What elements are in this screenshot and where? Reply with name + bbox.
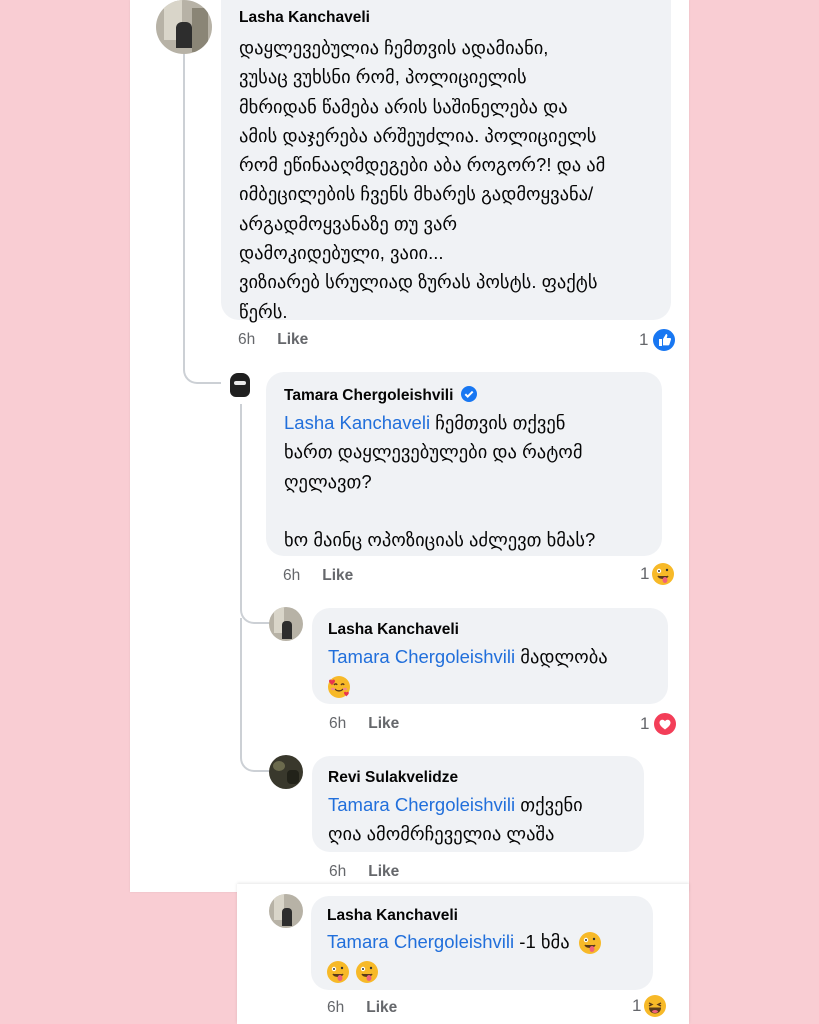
comment-text: Lasha Kanchaveli ჩემთვის თქვენ ხართ დაყლ… (284, 412, 596, 550)
love-heart-icon (652, 711, 679, 737)
like-button[interactable]: Like (366, 999, 397, 1016)
comment-meta: 6h Like (238, 331, 308, 349)
comment-thread-panel: Lasha Kanchaveli დაყლევებულია ჩემთვის ად… (130, 0, 689, 892)
mention-link[interactable]: Lasha Kanchaveli (284, 412, 430, 433)
reaction-summary[interactable]: 1 (639, 327, 678, 353)
zany-face-icon (327, 961, 349, 984)
comment-author[interactable]: Revi Sulakvelidze (328, 769, 458, 787)
like-button[interactable]: Like (277, 331, 308, 348)
mention-link[interactable]: Tamara Chergoleishvili (328, 794, 515, 815)
comment-timestamp[interactable]: 6h (283, 567, 300, 584)
comment-text: Tamara Chergoleishvili -1 ხმა (327, 927, 601, 986)
reaction-summary[interactable]: 1 (632, 995, 667, 1017)
comment-meta: 6h Like (283, 567, 353, 585)
avatar[interactable] (223, 368, 257, 402)
comment-thread-panel: Lasha Kanchaveli Tamara Chergoleishvili … (237, 884, 689, 1024)
reaction-summary[interactable]: 1 (640, 563, 675, 585)
smiling-face-with-hearts-icon (328, 676, 350, 699)
haha-face-icon (644, 995, 667, 1017)
reaction-count: 1 (639, 330, 649, 349)
reaction-count: 1 (640, 564, 650, 583)
reaction-count: 1 (632, 996, 642, 1015)
comment-author[interactable]: Lasha Kanchaveli (327, 907, 458, 925)
like-button[interactable]: Like (368, 863, 399, 880)
avatar[interactable] (269, 755, 303, 789)
comment-meta: 6h Like (329, 863, 399, 881)
zany-face-icon (652, 563, 675, 585)
like-button[interactable]: Like (322, 567, 353, 584)
verified-badge-icon (460, 386, 477, 402)
mention-link[interactable]: Tamara Chergoleishvili (327, 931, 514, 952)
avatar[interactable] (269, 894, 303, 928)
zany-face-icon (578, 932, 601, 955)
comment-timestamp[interactable]: 6h (329, 863, 346, 880)
comment-timestamp[interactable]: 6h (329, 715, 346, 732)
reaction-summary[interactable]: 1 (640, 711, 679, 737)
avatar[interactable] (269, 607, 303, 641)
comment-text: Tamara Chergoleishvili თქვენი ღია ამომრჩ… (328, 794, 583, 845)
reaction-count: 1 (640, 714, 650, 733)
comment-author[interactable]: Lasha Kanchaveli (328, 621, 459, 639)
comment-author[interactable]: Tamara Chergoleishvili (284, 386, 477, 405)
thread-line (240, 618, 272, 772)
comment-text: დაყლევებულია ჩემთვის ადამიანი, ვუსაც ვუხ… (239, 37, 606, 322)
avatar[interactable] (156, 0, 212, 54)
comment-meta: 6h Like (329, 715, 399, 733)
zany-face-icon (356, 961, 379, 984)
thread-line (183, 54, 221, 384)
comment-timestamp[interactable]: 6h (327, 999, 344, 1016)
like-button[interactable]: Like (368, 715, 399, 732)
like-icon (651, 327, 678, 353)
comment-text: Tamara Chergoleishvili მადლობა (328, 642, 608, 701)
comment-meta: 6h Like (327, 999, 397, 1017)
comment-author[interactable]: Lasha Kanchaveli (239, 9, 370, 27)
mention-link[interactable]: Tamara Chergoleishvili (328, 646, 515, 667)
comment-timestamp[interactable]: 6h (238, 331, 255, 348)
